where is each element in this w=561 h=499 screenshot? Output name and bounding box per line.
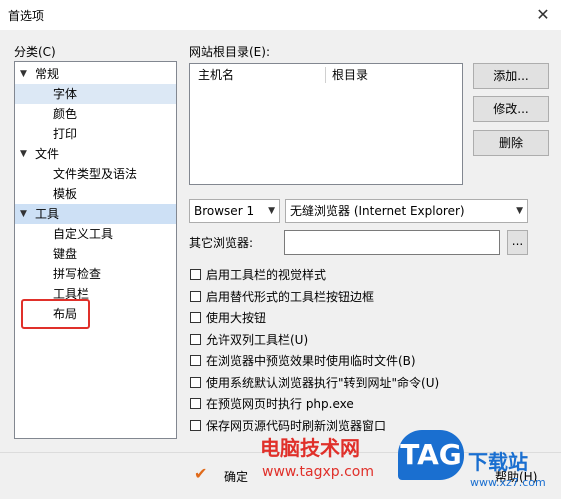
window-title: 首选项	[8, 9, 45, 23]
tree-item[interactable]: 键盘	[15, 244, 176, 264]
category-label: 分类(C)	[14, 45, 56, 59]
browser-slot-value: Browser 1	[194, 204, 255, 218]
tree-item[interactable]: 拼写检查	[15, 264, 176, 284]
tree-item-label: 键盘	[53, 247, 78, 261]
option-label: 在浏览器中预览效果时使用临时文件(B)	[206, 354, 416, 368]
option-label: 启用替代形式的工具栏按钮边框	[206, 289, 375, 304]
column-separator	[325, 67, 326, 83]
option-label: 启用工具栏的视觉样式	[206, 268, 327, 282]
tree-item-label: 文件	[35, 147, 60, 161]
option-checkbox[interactable]	[190, 419, 201, 431]
tree-item[interactable]: 自定义工具	[15, 224, 176, 244]
option-label: 在预览网页时执行 php.exe	[206, 397, 354, 411]
watermark-site-name: 下载站	[468, 450, 528, 474]
tree-item[interactable]: 字体	[15, 84, 176, 104]
option-checkbox[interactable]	[190, 290, 201, 302]
tree-item-label: 自定义工具	[53, 227, 114, 241]
close-icon[interactable]: ✕	[529, 2, 557, 28]
tree-item-label: 字体	[53, 87, 78, 101]
option-checkbox[interactable]	[190, 355, 201, 366]
tree-item[interactable]: 文件类型及语法	[15, 164, 176, 184]
tree-item-label: 工具	[35, 207, 60, 221]
other-browser-input[interactable]	[284, 230, 500, 255]
watermark-title: 电脑技术网	[260, 436, 360, 460]
ok-button[interactable]: 确定	[224, 468, 248, 485]
tree-item-label: 文件类型及语法	[53, 167, 138, 181]
tree-item-label: 拼写检查	[53, 267, 102, 281]
title-bar	[0, 0, 561, 30]
tree-item[interactable]: ▼ 文件	[15, 144, 176, 164]
highlight-box	[21, 299, 90, 329]
option-label: 允许双列工具栏(U)	[206, 332, 309, 347]
option-label: 使用大按钮	[206, 311, 267, 325]
tree-item-label: 常规	[35, 67, 60, 81]
option-checkbox[interactable]	[190, 269, 201, 280]
column-header-host[interactable]: 主机名	[198, 64, 234, 86]
site-root-label: 网站根目录(E):	[189, 45, 270, 59]
tree-item[interactable]: ▼ 常规	[15, 64, 176, 84]
tree-item[interactable]: 打印	[15, 124, 176, 144]
category-tree[interactable]: ▼ 常规 字体 颜色 打印 ▼ 文件 文件类型及语法 模板 ▼ 工具 自定义工具 键盘 拼写检查 工具栏 布局	[14, 61, 177, 439]
watermark-url-secondary: www.xz7.com	[470, 476, 546, 489]
chevron-down-icon: ▼	[516, 206, 523, 216]
chevron-down-icon: ▼	[268, 206, 275, 216]
expand-arrow-icon[interactable]: ▼	[20, 64, 30, 84]
delete-button[interactable]: 删除	[473, 130, 549, 156]
tag-logo: TAG	[398, 430, 464, 480]
expand-arrow-icon[interactable]: ▼	[20, 204, 30, 224]
tree-item-label: 颜色	[53, 107, 78, 121]
other-browser-label: 其它浏览器:	[189, 236, 254, 250]
site-root-list[interactable]: 主机名 根目录	[189, 63, 463, 185]
tree-item[interactable]: ▼ 工具	[15, 204, 176, 224]
checkmark-icon: ✔	[194, 464, 208, 483]
add-button[interactable]: 添加...	[473, 63, 549, 89]
watermark-url: www.tagxp.com	[262, 464, 374, 480]
tree-item[interactable]: 颜色	[15, 104, 176, 124]
option-checkbox[interactable]	[190, 398, 201, 409]
browser-value: 无缝浏览器 (Internet Explorer)	[290, 204, 465, 218]
browser-select[interactable]: 无缝浏览器 (Internet Explorer) ▼	[285, 199, 528, 223]
option-checkbox[interactable]	[190, 376, 201, 388]
expand-arrow-icon[interactable]: ▼	[20, 144, 30, 164]
column-header-root[interactable]: 根目录	[332, 64, 368, 86]
edit-button[interactable]: 修改...	[473, 96, 549, 122]
option-checkbox[interactable]	[190, 333, 201, 345]
tree-item-label: 打印	[53, 127, 78, 141]
browse-button[interactable]: ...	[507, 230, 528, 255]
option-checkbox[interactable]	[190, 312, 201, 323]
browser-slot-select[interactable]: Browser 1 ▼	[189, 199, 280, 223]
tree-item[interactable]: 模板	[15, 184, 176, 204]
option-label: 使用系统默认浏览器执行"转到网址"命令(U)	[206, 375, 440, 390]
tree-item-label: 模板	[53, 187, 78, 201]
